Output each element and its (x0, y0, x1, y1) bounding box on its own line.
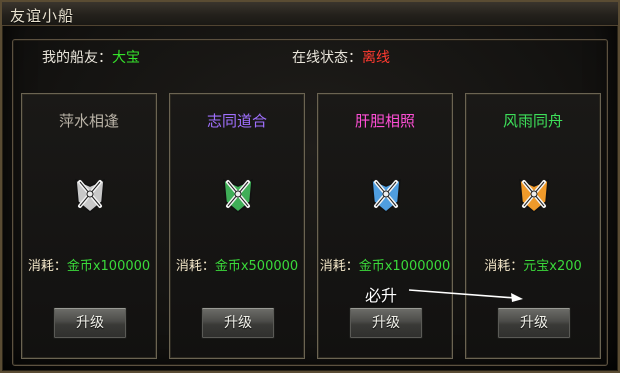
cost-label: 消耗： (175, 259, 215, 274)
friend-info: 我的船友：大宝 (42, 47, 140, 67)
cost-value: 元宝x200 (523, 259, 582, 274)
friend-name: 大宝 (112, 50, 140, 66)
level-card-2: 志同道合 消耗：金币x500000 升级 (169, 93, 305, 359)
cost-line: 消耗：金币x500000 (170, 255, 304, 274)
cost-line: 消耗：金币x1000000 (318, 255, 452, 274)
upgrade-button[interactable]: 升级 (201, 307, 275, 339)
card-title: 志同道合 (206, 112, 267, 130)
cost-label: 消耗： (484, 259, 524, 274)
window-title: 友谊小船 (10, 7, 75, 25)
status-label: 在线状态： (292, 50, 362, 66)
cost-value: 金币x1000000 (358, 259, 451, 274)
upgrade-button[interactable]: 升级 (53, 307, 127, 339)
friend-label: 我的船友： (42, 50, 112, 66)
upgrade-button[interactable]: 升级 (349, 307, 423, 339)
level-card-3: 肝胆相照 消耗：金币x1000000 升级 (317, 93, 453, 359)
crossed-swords-shield-icon (519, 178, 549, 213)
cost-value: 金币x100000 (66, 259, 151, 274)
crossed-swords-shield-icon (371, 178, 401, 213)
status-value: 离线 (362, 50, 390, 66)
title-bar[interactable]: 友谊小船 (2, 2, 618, 26)
online-status-info: 在线状态：离线 (292, 47, 390, 67)
card-title: 肝胆相照 (354, 112, 415, 130)
cost-line: 消耗：元宝x200 (466, 255, 600, 274)
cost-value: 金币x500000 (214, 259, 299, 274)
annotation-text: 必升 (365, 286, 398, 305)
cost-label: 消耗： (27, 259, 67, 274)
friendship-boat-window: 友谊小船 我的船友：大宝 在线状态：离线 萍水相逢 消耗：金币x100000 升… (0, 0, 620, 373)
upgrade-button[interactable]: 升级 (497, 307, 571, 339)
cost-line: 消耗：金币x100000 (22, 255, 156, 274)
level-card-4: 风雨同舟 消耗：元宝x200 升级 (465, 93, 601, 359)
card-title: 萍水相逢 (58, 112, 119, 130)
crossed-swords-shield-icon (223, 178, 253, 213)
cost-label: 消耗： (319, 259, 359, 274)
card-title: 风雨同舟 (502, 112, 563, 130)
annotation-arrow-icon (408, 289, 523, 302)
crossed-swords-shield-icon (75, 178, 105, 213)
level-card-1: 萍水相逢 消耗：金币x100000 升级 (21, 93, 157, 359)
